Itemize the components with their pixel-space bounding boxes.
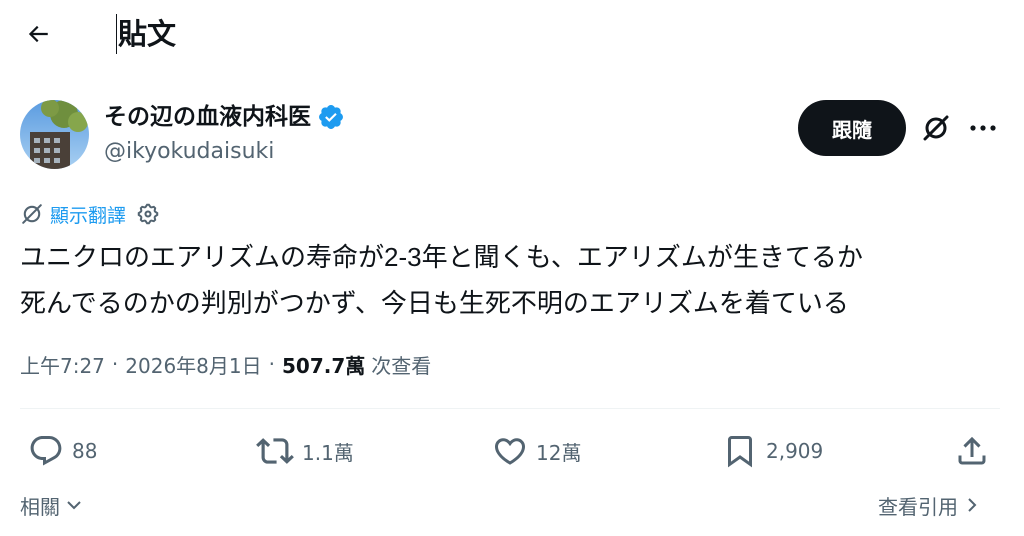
back-button[interactable] xyxy=(18,14,58,54)
bookmark-icon xyxy=(728,436,752,468)
translate-row: 顯示翻譯 xyxy=(20,198,160,230)
reply-count: 88 xyxy=(72,439,98,463)
repost-button[interactable]: 1.1萬 xyxy=(256,426,354,476)
follow-button[interactable]: 跟隨 xyxy=(798,100,906,156)
repost-icon xyxy=(256,438,294,464)
top-bar: 貼文 xyxy=(0,0,1024,68)
chevron-right-icon xyxy=(968,498,977,512)
grok-icon xyxy=(923,115,949,141)
tweet-text-segment: 年と聞くも、エアリズムが生きてるか xyxy=(421,243,863,273)
tweet-text-line: ユニクロのエアリズムの寿命が2-3年と聞くも、エアリズムが生きてるか xyxy=(20,234,1010,281)
tweet-actions: 88 1.1萬 12萬 2,909 xyxy=(0,426,1024,476)
bookmark-count: 2,909 xyxy=(766,439,824,463)
gear-icon[interactable] xyxy=(136,202,160,226)
author-handle[interactable]: @ikyokudaisuki xyxy=(104,136,274,168)
tweet-meta: 上午7:27 · 2026年8月1日 · 507.7萬 次查看 xyxy=(20,344,431,384)
author-name-row[interactable]: その辺の血液内科医 xyxy=(104,100,345,134)
bookmark-button[interactable]: 2,909 xyxy=(722,426,823,476)
tweet-time[interactable]: 上午7:27 xyxy=(20,350,105,379)
view-quotes-label: 查看引用 xyxy=(878,494,958,519)
grok-translate-icon xyxy=(22,204,42,224)
like-button[interactable]: 12萬 xyxy=(492,426,581,476)
tweet-text-line: 死んでるのかの判別がつかず、今日も生死不明のエアリズムを着ている xyxy=(20,289,849,319)
avatar-image xyxy=(20,100,89,169)
chevron-down-icon xyxy=(67,501,81,510)
author-name[interactable]: その辺の血液内科医 xyxy=(104,100,311,134)
repost-count: 1.1萬 xyxy=(302,440,354,465)
heart-icon xyxy=(494,438,526,465)
share-button[interactable] xyxy=(954,426,990,476)
text-cursor xyxy=(116,14,117,54)
tweet-text: ユニクロのエアリズムの寿命が2-3年と聞くも、エアリズムが生きてるか 死んでるの… xyxy=(20,234,1010,327)
more-icon xyxy=(970,125,996,131)
arrow-left-icon xyxy=(28,25,48,43)
grok-button[interactable] xyxy=(918,110,954,146)
view-quotes-link[interactable]: 查看引用 xyxy=(878,486,982,524)
verified-badge-icon[interactable] xyxy=(317,103,345,131)
tweet-text-number: 2-3 xyxy=(384,242,422,272)
tweet-date[interactable]: 2026年8月1日 xyxy=(125,350,261,379)
share-icon xyxy=(958,436,986,465)
meta-separator: · xyxy=(268,352,275,376)
views-count: 507.7萬 xyxy=(282,353,366,378)
more-button[interactable] xyxy=(964,110,1002,146)
reply-icon xyxy=(30,436,62,466)
page-title: 貼文 xyxy=(118,17,177,51)
show-translation-link[interactable]: 顯示翻譯 xyxy=(50,201,126,228)
views-label: 次查看 xyxy=(371,353,432,378)
avatar[interactable] xyxy=(20,100,89,169)
like-count: 12萬 xyxy=(536,440,582,465)
divider xyxy=(20,408,1000,409)
related-toggle[interactable]: 相關 xyxy=(20,486,84,524)
tweet-text-segment: ユニクロのエアリズムの寿命が xyxy=(20,243,385,273)
meta-separator: · xyxy=(111,352,119,376)
reply-button[interactable]: 88 xyxy=(28,426,97,476)
related-label: 相關 xyxy=(20,494,60,519)
